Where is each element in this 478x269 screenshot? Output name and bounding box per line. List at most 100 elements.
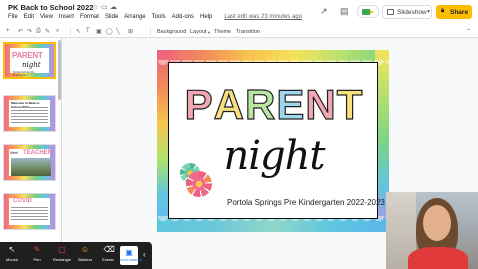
lock-icon: 🔒︎ (441, 8, 445, 14)
thumb-night: night (22, 61, 41, 69)
menu-view[interactable]: View (40, 14, 53, 24)
slide-thumbnail-4[interactable]: COVID (3, 193, 56, 230)
toolbar-divider (150, 28, 151, 36)
print-icon[interactable]: ⎙ (36, 28, 41, 35)
pen-tool-button[interactable]: ✎ Pen (27, 245, 47, 262)
shape-icon[interactable]: ◯ (106, 28, 113, 35)
meet-button[interactable] (357, 5, 379, 18)
thumb-content: PARENT night Portola Springs Pre Kinderg… (10, 48, 49, 77)
line-icon[interactable]: ╲ (116, 28, 120, 35)
menu-tools[interactable]: Tools (152, 14, 166, 24)
toolbar-divider (70, 28, 71, 36)
title-letter: P (184, 80, 214, 128)
slide-filmstrip: PARENT night Portola Springs Pre Kinderg… (0, 38, 62, 269)
menu-file[interactable]: File (8, 14, 18, 24)
new-slide-icon[interactable]: + (6, 28, 10, 34)
slideshow-label: Slideshow (397, 9, 427, 16)
select-cursor-icon[interactable]: ↖ (76, 28, 81, 35)
eraser-icon: ⌫ (103, 245, 115, 254)
tool-label: Pen (33, 257, 41, 262)
webcam-icon: ▣ (125, 248, 133, 257)
parent-title[interactable]: PARENT (176, 80, 372, 129)
slideshow-icon (387, 9, 394, 15)
undo-icon[interactable]: ↶ (18, 28, 23, 35)
menu-insert[interactable]: Insert (59, 14, 74, 24)
rectangle-tool-button[interactable]: ▢ Rectangle (52, 245, 72, 262)
theme-button[interactable]: Theme (214, 29, 231, 35)
activity-trend-icon[interactable]: ↗ (320, 6, 328, 17)
meet-camera-icon (362, 9, 374, 15)
pink-flower-icon (186, 171, 212, 197)
current-slide[interactable]: PARENT night Portola Springs Pre Kinderg… (157, 50, 389, 232)
transition-button[interactable]: Transition (236, 29, 260, 35)
menu-format[interactable]: Format (80, 14, 99, 24)
layout-chevron-icon[interactable]: ▼ (207, 30, 211, 35)
rectangle-icon: ▢ (58, 245, 66, 254)
sticker-icon: ☺ (80, 245, 90, 254)
title-letter: E (276, 80, 306, 128)
presenter-face (423, 205, 451, 241)
comment-add-icon[interactable]: ⊞ (128, 28, 133, 35)
thumb-text-lines (11, 107, 48, 125)
thumb-subtitle: Portola Springs Pre Kindergarten (13, 71, 35, 77)
annotation-toolbar: ↖ Mouse ✎ Pen ▢ Rectangle ☺ Stickers ⌫ E… (0, 242, 152, 269)
slideshow-button[interactable]: Slideshow ▼ (382, 5, 432, 19)
thumb-content: Welcome to Back to School 2022 (9, 100, 50, 127)
presenter-shirt (408, 247, 468, 269)
image-icon[interactable]: ▣ (96, 28, 102, 35)
slide-thumbnail-2[interactable]: Welcome to Back to School 2022 (3, 95, 56, 132)
thumb-title: TEACHER (23, 150, 53, 156)
editing-toolbar: + ↶ ↷ ⎙ ✎ ⌕ ↖ T ▣ ◯ ╲ ⊞ Background Layou… (0, 26, 478, 38)
pen-icon: ✎ (33, 245, 41, 254)
last-edit-link[interactable]: Last edit was 23 minutes ago (224, 14, 302, 24)
menu-addons[interactable]: Add-ons (172, 14, 194, 24)
document-title[interactable]: PK Back to School 2022 (8, 3, 93, 12)
tool-label: Eraser (102, 257, 114, 262)
menu-slide[interactable]: Slide (105, 14, 118, 24)
title-letter: R (244, 80, 277, 128)
share-label: Share (450, 8, 469, 16)
chevron-left-icon[interactable]: ‹ (143, 250, 146, 259)
tool-label: Rectangle (52, 257, 71, 262)
mouse-tool-button[interactable]: ↖ Mouse (2, 245, 22, 262)
redo-icon[interactable]: ↷ (27, 28, 32, 35)
comments-icon[interactable]: ▤ (340, 6, 349, 17)
thumb-content: COVID (9, 198, 50, 225)
menu-edit[interactable]: Edit (24, 14, 34, 24)
stop-webcam-button[interactable]: ▣ STOP WEBCAM (120, 246, 143, 265)
stickers-tool-button[interactable]: ☺ Stickers (75, 245, 95, 262)
tool-label: STOP WEBCAM (120, 258, 143, 262)
slide-title-frame[interactable]: PARENT night Portola Springs Pre Kinderg… (168, 62, 385, 219)
thumb-text-lines (11, 207, 48, 222)
chevron-down-icon[interactable]: ▼ (426, 9, 431, 15)
title-letter: T (336, 80, 364, 128)
cloud-status-icon[interactable]: ☁ (110, 3, 117, 11)
title-letter: N (305, 80, 337, 128)
thumb-meet-text: Meet (10, 151, 18, 155)
star-icon[interactable]: ☆ (92, 3, 98, 11)
layout-button[interactable]: Layout (190, 29, 207, 35)
app-header: PK Back to School 2022 ☆ ▭ ☁ File Edit V… (0, 0, 478, 26)
thumb-title: COVID (13, 198, 33, 204)
menu-bar: File Edit View Insert Format Slide Arran… (8, 14, 302, 24)
slide-subtitle[interactable]: Portola Springs Pre Kindergarten 2022-20… (227, 198, 385, 207)
move-folder-icon[interactable]: ▭ (101, 3, 108, 11)
tool-label: Mouse (5, 257, 18, 262)
text-box-icon[interactable]: T (86, 28, 90, 34)
eraser-tool-button[interactable]: ⌫ Eraser (98, 245, 118, 262)
share-button[interactable]: 🔒︎ Share (436, 5, 472, 19)
thumb-content: Meet TEACHER (9, 149, 53, 176)
thumb-teacher-photo (11, 158, 51, 176)
zoom-icon[interactable]: ⌕ (56, 28, 59, 35)
slide-thumbnail-3[interactable]: Meet TEACHER (3, 144, 56, 181)
paint-format-icon[interactable]: ✎ (45, 28, 50, 35)
slide-thumbnail-1[interactable]: PARENT night Portola Springs Pre Kinderg… (3, 42, 56, 79)
menu-help[interactable]: Help (200, 14, 212, 24)
collapse-toolbar-icon[interactable]: ⌃ (466, 28, 471, 35)
background-button[interactable]: Background (157, 29, 186, 35)
webcam-feed (386, 192, 478, 269)
thumb-title: PARENT (12, 51, 43, 60)
tool-label: Stickers (77, 257, 93, 262)
menu-arrange[interactable]: Arrange (124, 14, 145, 24)
filmstrip-scrollbar[interactable] (58, 40, 61, 100)
